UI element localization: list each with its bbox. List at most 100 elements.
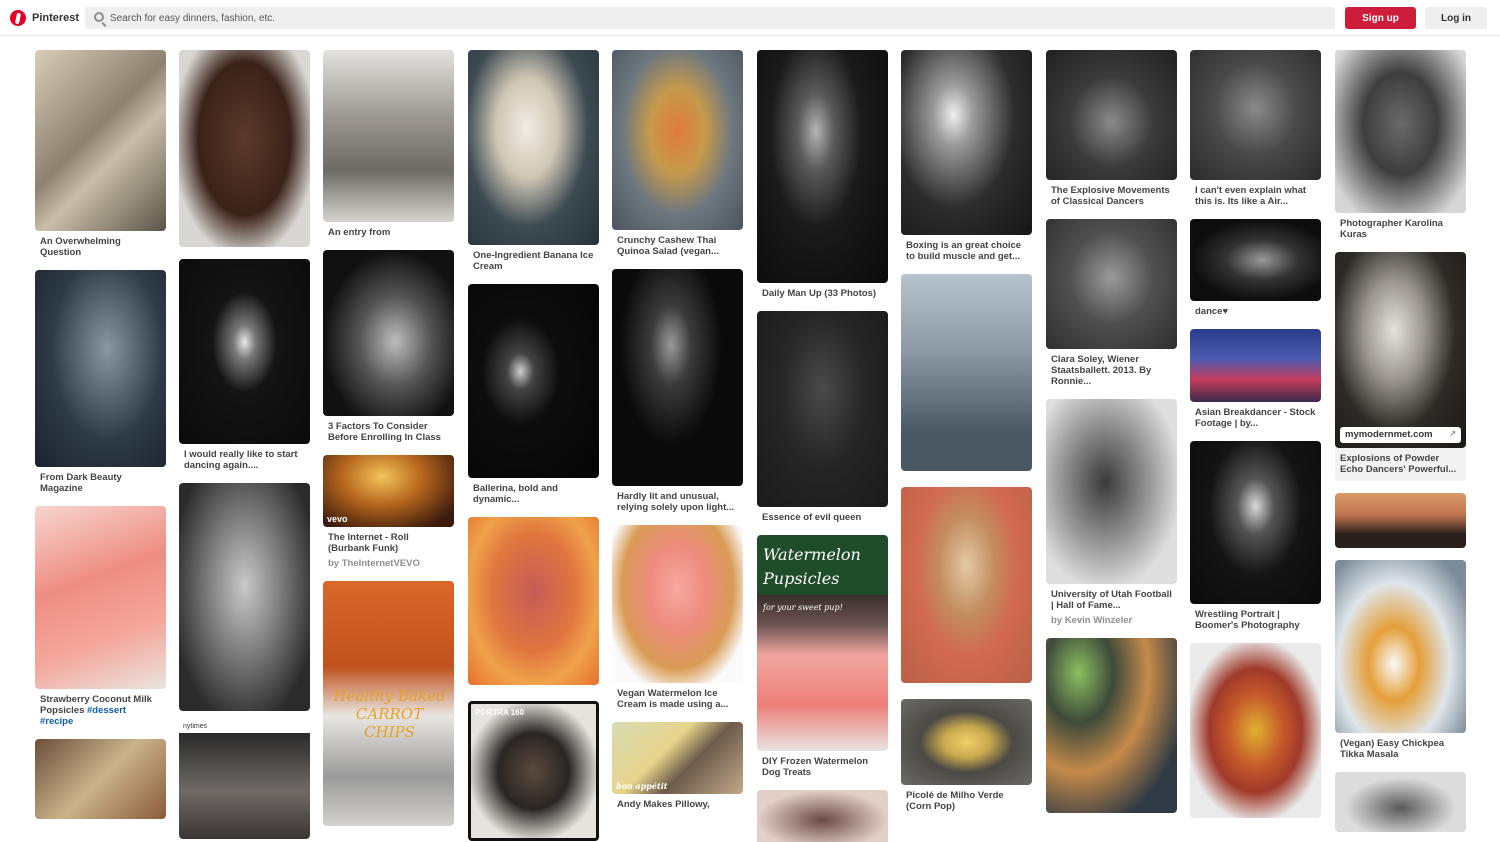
- pin-column: Daily Man Up (33 Photos) Essence of evil…: [757, 50, 888, 842]
- search-input[interactable]: [110, 9, 1310, 27]
- pin-image[interactable]: [468, 50, 599, 245]
- pin[interactable]: dance♥: [1190, 219, 1321, 317]
- pin-column: An Overwhelming Question From Dark Beaut…: [35, 50, 166, 827]
- pin-image[interactable]: [35, 50, 166, 231]
- pin[interactable]: Boxing is an great choice to build muscl…: [901, 50, 1032, 262]
- pin[interactable]: [901, 487, 1032, 683]
- pin[interactable]: [35, 739, 166, 819]
- pin-image[interactable]: bon appétit: [612, 722, 743, 794]
- pin[interactable]: [468, 517, 599, 685]
- pin[interactable]: From Dark Beauty Magazine: [35, 270, 166, 494]
- pin[interactable]: Asian Breakdancer - Stock Footage | by..…: [1190, 329, 1321, 429]
- pin-image[interactable]: vevo: [323, 455, 454, 527]
- source-badge[interactable]: mymodernmet.com ↗: [1340, 427, 1461, 443]
- pin-image[interactable]: [468, 284, 599, 478]
- pin-image[interactable]: [612, 269, 743, 486]
- pin[interactable]: An entry from: [323, 50, 454, 238]
- brand-name[interactable]: Pinterest: [32, 12, 79, 24]
- pin[interactable]: University of Utah Football | Hall of Fa…: [1046, 399, 1177, 626]
- pin-image[interactable]: nytimes: [179, 719, 310, 839]
- pin[interactable]: Hardly lit and unusual, relying solely u…: [612, 269, 743, 513]
- pin-image[interactable]: [757, 50, 888, 283]
- pin[interactable]: Vegan Watermelon Ice Cream is made using…: [612, 525, 743, 710]
- pin[interactable]: Healthy Baked CARROT CHIPS: [323, 581, 454, 826]
- pin-image[interactable]: [1046, 219, 1177, 349]
- pin-caption: Picolé de Milho Verde (Corn Pop): [906, 790, 1004, 812]
- pin-image[interactable]: [1190, 219, 1321, 301]
- pin[interactable]: [1046, 638, 1177, 813]
- nytimes-label: nytimes: [183, 723, 208, 730]
- pin-byline[interactable]: by Kevin Winzeler: [1046, 611, 1177, 626]
- pin-image[interactable]: [757, 311, 888, 507]
- pin[interactable]: [1335, 772, 1466, 832]
- pin[interactable]: Strawberry Coconut Milk Popsicles #desse…: [35, 506, 166, 727]
- pin-image[interactable]: [1335, 50, 1466, 213]
- signup-button[interactable]: Sign up: [1345, 7, 1416, 29]
- pin-image[interactable]: Watermelon Pupsicles for your sweet pup!: [757, 535, 888, 751]
- pin-image[interactable]: mymodernmet.com ↗: [1335, 252, 1466, 448]
- pin-image[interactable]: [901, 274, 1032, 471]
- pin[interactable]: Daily Man Up (33 Photos): [757, 50, 888, 299]
- pin-image[interactable]: [179, 50, 310, 247]
- pin-image[interactable]: [35, 506, 166, 689]
- pin-image[interactable]: PORTRA 160: [468, 701, 599, 841]
- pin[interactable]: 3 Factors To Consider Before Enrolling I…: [323, 250, 454, 443]
- pin[interactable]: Clara Soley, Wiener Staatsballett. 2013.…: [1046, 219, 1177, 387]
- pin-image[interactable]: [1190, 643, 1321, 818]
- pin[interactable]: bon appétit Andy Makes Pillowy,: [612, 722, 743, 810]
- pin-image[interactable]: [1190, 329, 1321, 402]
- pin[interactable]: [179, 50, 310, 247]
- pin-image[interactable]: [1046, 50, 1177, 180]
- pin[interactable]: [1190, 643, 1321, 818]
- pin-image[interactable]: [323, 50, 454, 222]
- pin-image[interactable]: [1335, 560, 1466, 733]
- pin[interactable]: Watermelon Pupsicles for your sweet pup!…: [757, 535, 888, 778]
- pin[interactable]: [901, 274, 1032, 471]
- pin[interactable]: The Explosive Movements of Classical Dan…: [1046, 50, 1177, 207]
- login-button[interactable]: Log in: [1425, 7, 1487, 29]
- pin[interactable]: PORTRA 160: [468, 701, 599, 841]
- pin[interactable]: One-Ingredient Banana Ice Cream: [468, 50, 599, 272]
- pin-image[interactable]: [1335, 772, 1466, 832]
- pin-image[interactable]: [901, 699, 1032, 785]
- pin[interactable]: I can't even explain what this is. Its l…: [1190, 50, 1321, 207]
- pin-image[interactable]: [1190, 441, 1321, 604]
- pin-image[interactable]: [179, 483, 310, 711]
- pin-image[interactable]: [1335, 493, 1466, 548]
- pinterest-logo-icon[interactable]: [10, 10, 26, 26]
- pin-image[interactable]: [612, 525, 743, 683]
- pin[interactable]: nytimes: [179, 719, 310, 839]
- pin-image[interactable]: [1046, 399, 1177, 584]
- pin-image[interactable]: [612, 50, 743, 230]
- pin[interactable]: An Overwhelming Question: [35, 50, 166, 258]
- pin-caption: An Overwhelming Question: [40, 236, 121, 258]
- pin[interactable]: [179, 483, 310, 711]
- pin[interactable]: I would really like to start dancing aga…: [179, 259, 310, 471]
- pin-image[interactable]: [1190, 50, 1321, 180]
- pin-image[interactable]: [901, 487, 1032, 683]
- pin[interactable]: vevo The Internet - Roll (Burbank Funk) …: [323, 455, 454, 569]
- pin[interactable]: Wrestling Portrait | Boomer's Photograph…: [1190, 441, 1321, 631]
- pin-image[interactable]: [323, 250, 454, 416]
- pin[interactable]: [1335, 493, 1466, 548]
- pin-image[interactable]: [757, 790, 888, 842]
- pin[interactable]: Photographer Karolina Kuras: [1335, 50, 1466, 240]
- pin-image[interactable]: [179, 259, 310, 444]
- pin-image[interactable]: Healthy Baked CARROT CHIPS: [323, 581, 454, 826]
- pin-image[interactable]: [901, 50, 1032, 235]
- pin[interactable]: (Vegan) Easy Chickpea Tikka Masala: [1335, 560, 1466, 760]
- search-bar[interactable]: [85, 7, 1335, 29]
- pin[interactable]: Essence of evil queen: [757, 311, 888, 523]
- pin-image[interactable]: [1046, 638, 1177, 813]
- pin-image[interactable]: [468, 517, 599, 685]
- pin[interactable]: Picolé de Milho Verde (Corn Pop): [901, 699, 1032, 812]
- pin-caption: Daily Man Up (33 Photos): [762, 288, 877, 299]
- pin-caption: 3 Factors To Consider Before Enrolling I…: [328, 421, 441, 443]
- pin[interactable]: Ballerina, bold and dynamic...: [468, 284, 599, 505]
- pin[interactable]: [757, 790, 888, 842]
- pin-image[interactable]: [35, 739, 166, 819]
- pin[interactable]: mymodernmet.com ↗ Explosions of Powder E…: [1335, 252, 1466, 481]
- pin-byline[interactable]: by TheInternetVEVO: [323, 554, 454, 569]
- pin-image[interactable]: [35, 270, 166, 467]
- pin[interactable]: Crunchy Cashew Thai Quinoa Salad (vegan.…: [612, 50, 743, 257]
